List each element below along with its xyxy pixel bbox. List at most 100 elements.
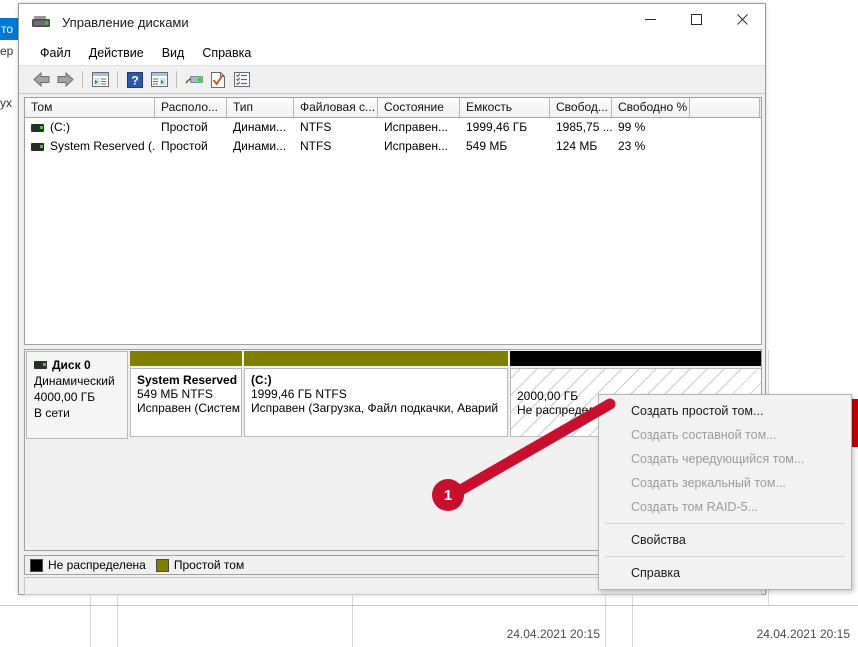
table-row[interactable]: (C:) Простой Динами... NTFS Исправен... … [25,118,761,137]
cell-capacity: 549 МБ [460,137,550,156]
legend-item-simple-volume: Простой том [156,558,244,572]
show-action-pane-icon[interactable] [147,69,171,91]
maximize-button[interactable] [673,4,719,34]
menu-bar: Файл Действие Вид Справка [19,41,765,65]
partition-size: 1999,46 ГБ NTFS [251,387,507,401]
back-icon[interactable] [29,69,53,91]
menu-item-view[interactable]: Вид [153,44,194,62]
menu-item-file[interactable]: Файл [31,44,80,62]
column-header-type[interactable]: Тип [227,98,294,117]
partition-color-bar [244,351,508,366]
partition-status: Исправен (Систем [137,401,241,415]
volume-icon [31,143,44,151]
disk-type: Динамический [34,374,127,388]
partition-c-drive[interactable]: (C:) 1999,46 ГБ NTFS Исправен (Загрузка,… [244,351,508,439]
background-divider-vertical-3 [352,596,353,647]
forward-icon[interactable] [53,69,77,91]
disk-icon [34,361,47,369]
column-header-blank[interactable] [690,98,760,117]
disk-title: Диск 0 [34,358,127,372]
partition-color-bar [130,351,242,366]
context-menu-separator-1 [605,523,845,524]
background-divider-horizontal [0,605,858,606]
context-menu-separator-2 [605,556,845,557]
background-text-fragment-1: ер [0,44,16,58]
column-header-status[interactable]: Состояние [378,98,460,117]
disk-state: В сети [34,406,127,420]
volume-list-pane: Том Располо... Тип Файловая с... Состоян… [24,97,762,345]
partition-name: (C:) [251,373,507,387]
background-divider-vertical-4 [605,596,606,647]
background-timestamp-2: 24.04.2021 20:15 [650,627,850,641]
window-title: Управление дисками [62,15,189,30]
partition-size: 549 МБ NTFS [137,387,241,401]
context-menu-item-properties[interactable]: Свойства [599,528,851,552]
partition-details: (C:) 1999,46 ГБ NTFS Исправен (Загрузка,… [244,368,508,437]
toolbar: ? [19,65,765,94]
volume-icon [31,124,44,132]
cell-status: Исправен... [378,137,460,156]
cell-filesystem: NTFS [294,118,378,137]
menu-item-help[interactable]: Справка [193,44,260,62]
partition-status: Исправен (Загрузка, Файл подкачки, Авари… [251,401,507,415]
close-button[interactable] [719,4,765,34]
cell-volume-name-text: (C:) [50,120,70,134]
cell-free: 1985,75 ... [550,118,612,137]
window-controls [627,4,765,34]
cell-type: Динами... [227,118,294,137]
rescan-disks-icon[interactable] [182,69,206,91]
toolbar-separator-1 [82,71,83,88]
disk-management-icon [31,15,53,31]
context-menu: Создать простой том... Создать составной… [598,394,852,590]
legend-label-unallocated: Не распределена [48,558,146,572]
legend-swatch-unallocated [30,559,43,572]
column-header-free[interactable]: Свобод... [550,98,612,117]
minimize-button[interactable] [627,4,673,34]
column-header-volume[interactable]: Том [25,98,155,117]
column-header-free-pct[interactable]: Свободно % [612,98,690,117]
background-selected-item[interactable]: то [0,18,18,40]
help-icon[interactable]: ? [123,69,147,91]
table-row[interactable]: System Reserved (... Простой Динами... N… [25,137,761,156]
cell-volume-name: System Reserved (... [25,137,155,156]
annotation-badge-1: 1 [432,479,464,511]
svg-text:?: ? [131,73,138,87]
disk-size: 4000,00 ГБ [34,390,127,404]
cell-volume-name: (C:) [25,118,155,137]
cell-free-pct: 99 % [612,118,690,137]
disk-title-text: Диск 0 [52,358,91,372]
cell-layout: Простой [155,118,227,137]
menu-item-action[interactable]: Действие [80,44,153,62]
cell-free: 124 МБ [550,137,612,156]
background-divider-vertical-1 [90,596,91,647]
legend-swatch-simple-volume [156,559,169,572]
cell-layout: Простой [155,137,227,156]
cell-capacity: 1999,46 ГБ [460,118,550,137]
column-header-capacity[interactable]: Емкость [460,98,550,117]
column-header-filesystem[interactable]: Файловая с... [294,98,378,117]
context-menu-item-new-raid5-volume: Создать том RAID-5... [599,495,851,519]
cell-volume-name-text: System Reserved (... [50,139,155,153]
column-header-layout[interactable]: Располо... [155,98,227,117]
partition-color-bar [510,351,762,366]
show-console-tree-icon[interactable] [88,69,112,91]
background-divider-vertical-5 [632,596,633,647]
cell-type: Динами... [227,137,294,156]
context-menu-item-new-simple-volume[interactable]: Создать простой том... [599,399,851,423]
context-menu-item-new-striped-volume: Создать чередующийся том... [599,447,851,471]
context-menu-item-help[interactable]: Справка [599,561,851,585]
list-view-icon[interactable] [230,69,254,91]
background-text-fragment-2: ух [0,96,16,110]
title-bar: Управление дисками [19,4,765,41]
partition-details: System Reserved 549 МБ NTFS Исправен (Си… [130,368,242,437]
context-menu-item-new-spanned-volume: Создать составной том... [599,423,851,447]
legend-label-simple-volume: Простой том [174,558,244,572]
legend-item-unallocated: Не распределена [30,558,146,572]
volume-list-header: Том Располо... Тип Файловая с... Состоян… [25,98,761,118]
background-timestamp-1: 24.04.2021 20:15 [400,627,600,641]
toolbar-separator-3 [176,71,177,88]
cell-status: Исправен... [378,118,460,137]
partition-system-reserved[interactable]: System Reserved 549 МБ NTFS Исправен (Си… [130,351,242,439]
disk-info-panel[interactable]: Диск 0 Динамический 4000,00 ГБ В сети [26,351,128,439]
properties-icon[interactable] [206,69,230,91]
